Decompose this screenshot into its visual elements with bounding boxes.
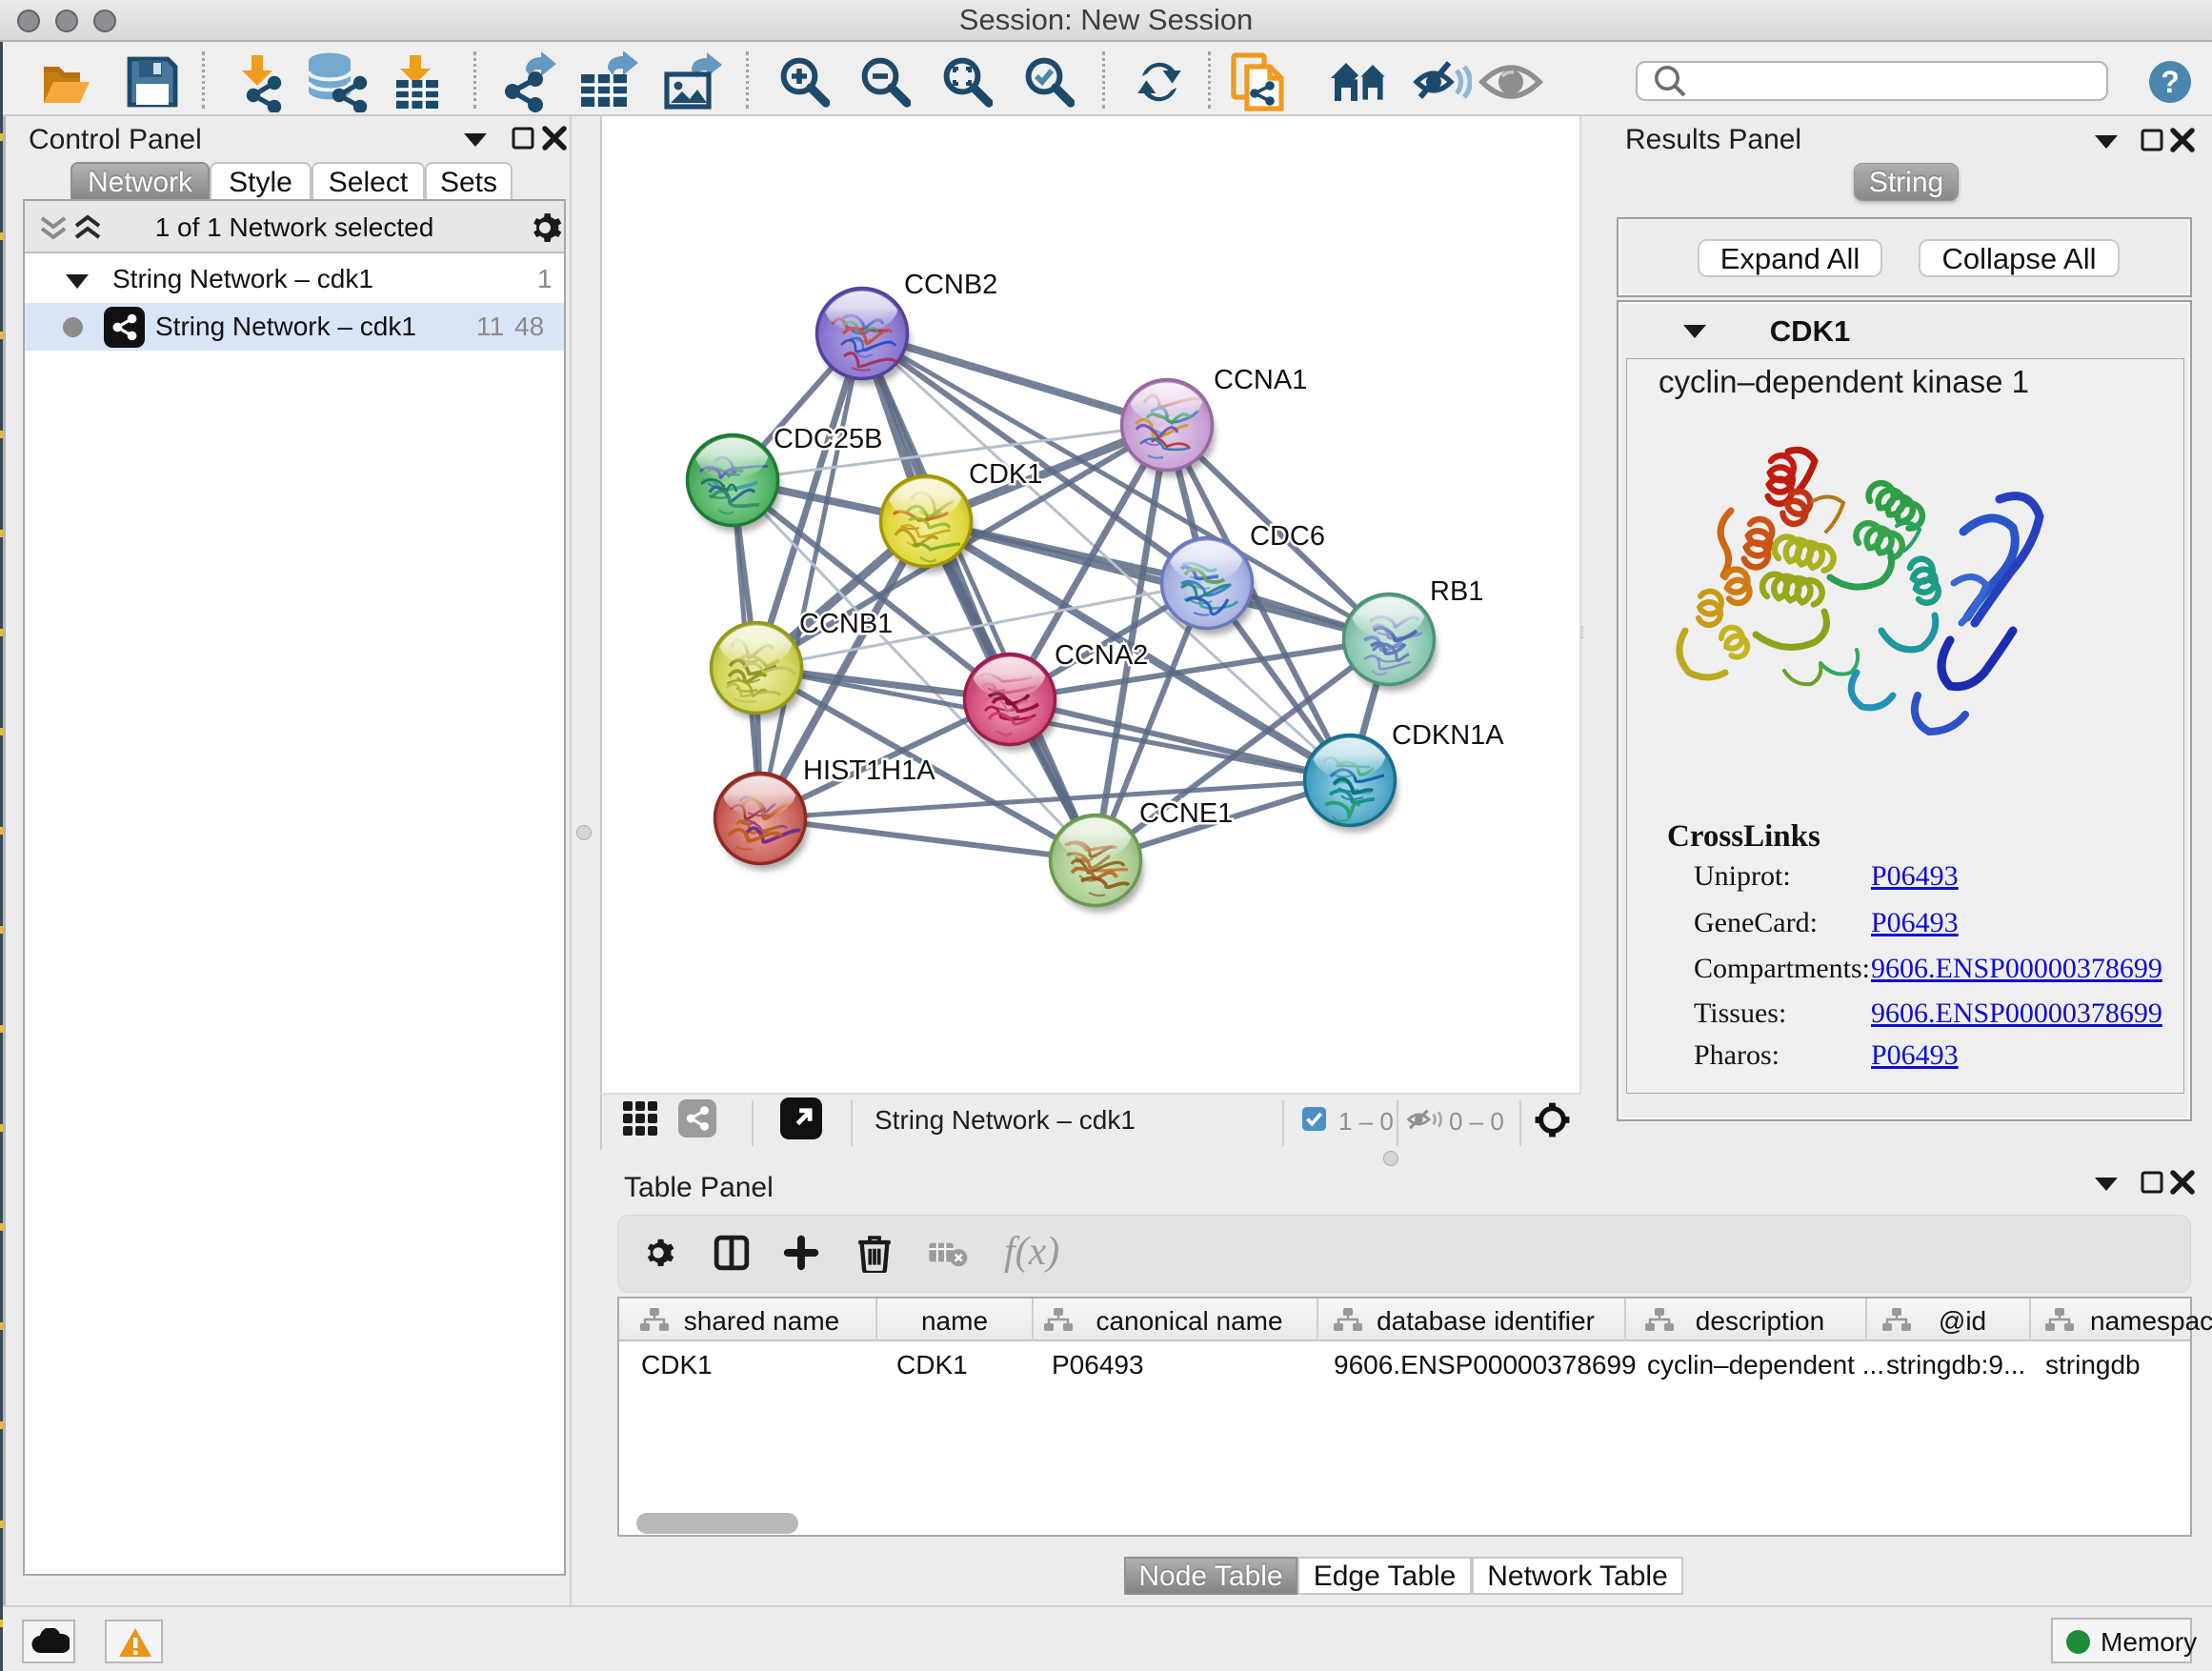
svg-text:HIST1H1A: HIST1H1A — [803, 755, 935, 786]
svg-text:?: ? — [2161, 65, 2180, 99]
svg-text:CDC6: CDC6 — [1250, 521, 1325, 552]
svg-text:CCNB2: CCNB2 — [904, 270, 997, 300]
svg-text:CDC25B: CDC25B — [774, 424, 882, 454]
svg-text:RB1: RB1 — [1430, 576, 1483, 607]
svg-text:CCNA1: CCNA1 — [1214, 365, 1307, 395]
svg-text:CCNB1: CCNB1 — [799, 609, 893, 639]
svg-text:CDKN1A: CDKN1A — [1392, 720, 1504, 751]
svg-text:CCNA2: CCNA2 — [1055, 640, 1148, 671]
svg-text:CCNE1: CCNE1 — [1139, 798, 1233, 829]
svg-text:CDK1: CDK1 — [969, 459, 1042, 490]
